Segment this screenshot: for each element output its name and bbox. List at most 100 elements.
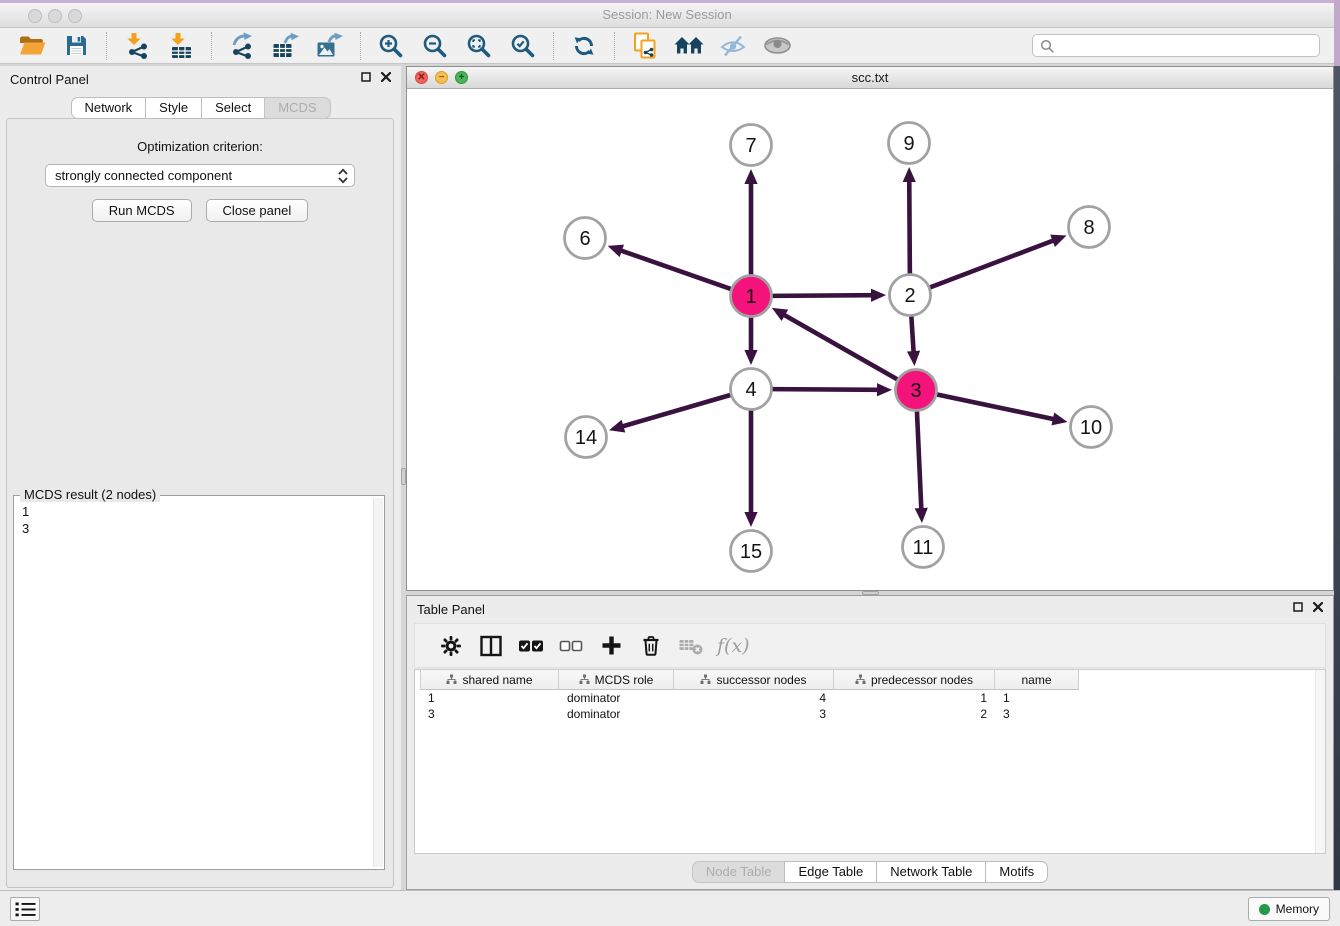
edge-1-2[interactable] [772,295,873,296]
control-panel-tabs: NetworkStyleSelectMCDS [70,97,330,119]
table-cell[interactable]: 2 [834,706,995,722]
graph-node-label: 15 [740,541,762,563]
column-header-successor-nodes[interactable]: successor nodes [674,670,834,690]
table-row[interactable]: 3dominator323 [420,706,1079,722]
table-cell[interactable]: 4 [674,690,834,706]
network-graph: 1234678910111415 [407,89,1333,590]
column-header-label: name [1021,673,1051,687]
table-cell[interactable]: dominator [559,690,674,706]
function-builder-button[interactable]: f(x) [717,635,750,657]
table-cell[interactable]: 3 [674,706,834,722]
network-canvas[interactable]: 1234678910111415 [407,89,1333,590]
deselect-all-rows-button[interactable] [554,630,588,662]
close-panel-button[interactable]: Close panel [206,199,309,222]
edge-3-10[interactable] [937,394,1055,419]
open-session-button[interactable] [15,30,49,62]
zoom-fit-button[interactable] [462,30,496,62]
edge-2-9[interactable] [909,180,910,274]
tab-select[interactable]: Select [201,97,265,119]
desktop-edge-right [1334,66,1340,926]
table-row[interactable]: 1dominator411 [420,690,1079,706]
table-cell[interactable]: 3 [995,706,1079,722]
task-history-button[interactable] [10,897,40,921]
edge-3-11[interactable] [917,411,921,510]
window-zoom-button[interactable] [68,9,82,23]
save-session-button[interactable] [59,30,93,62]
tab-edge-table[interactable]: Edge Table [784,861,877,883]
column-header-shared-name[interactable]: shared name [420,670,559,690]
tab-style[interactable]: Style [145,97,202,119]
column-header-mcds-role[interactable]: MCDS role [559,670,674,690]
result-scrollbar[interactable] [373,498,383,867]
add-column-button[interactable] [594,630,628,662]
import-table-button[interactable] [164,30,198,62]
network-minimize-button[interactable]: − [435,71,448,84]
export-image-button[interactable] [313,30,347,62]
table-toolbar: f(x) [414,623,1326,668]
table-cell[interactable]: dominator [559,706,674,722]
home-view-button[interactable] [672,30,706,62]
network-window: ✕ − + scc.txt 1234678910111415 [406,66,1334,591]
table-settings-button[interactable] [434,630,468,662]
hide-eye-icon [720,34,746,58]
edge-arrowhead [907,351,920,366]
app-title: Session: New Session [0,3,1334,27]
edge-2-8[interactable] [930,240,1054,287]
network-window-title: scc.txt [407,67,1333,88]
import-network-button[interactable] [120,30,154,62]
search-input[interactable] [1059,39,1312,53]
edge-4-3[interactable] [772,389,879,390]
tab-mcds[interactable]: MCDS [264,97,330,119]
close-panel-icon[interactable] [1313,602,1323,612]
show-columns-button[interactable] [474,630,508,662]
column-header-name[interactable]: name [995,670,1079,690]
refresh-button[interactable] [567,30,601,62]
table-body: 1dominator4113dominator323 [420,690,1079,722]
refresh-icon [572,34,596,58]
network-zoom-button[interactable]: + [455,71,468,84]
criterion-select[interactable]: strongly connected component [45,164,355,187]
export-network-button[interactable] [225,30,259,62]
column-header-predecessor-nodes[interactable]: predecessor nodes [834,670,995,690]
float-panel-icon[interactable] [1293,602,1303,612]
table-scrollbar[interactable] [1315,670,1325,853]
mcds-result-title: MCDS result (2 nodes) [20,487,160,502]
window-close-button[interactable] [28,9,42,23]
table-cell[interactable]: 1 [420,690,559,706]
close-panel-icon[interactable] [381,72,391,82]
tab-network[interactable]: Network [70,97,146,119]
toolbar-separator [106,32,107,60]
table-cell[interactable]: 1 [834,690,995,706]
new-network-from-selection-button[interactable] [628,30,662,62]
edge-3-1[interactable] [783,314,897,379]
select-all-rows-button[interactable] [514,630,548,662]
network-close-button[interactable]: ✕ [415,71,428,84]
tab-motifs[interactable]: Motifs [985,861,1048,883]
zoom-out-button[interactable] [418,30,452,62]
zoom-in-button[interactable] [374,30,408,62]
run-mcds-button[interactable]: Run MCDS [92,199,192,222]
mcds-result-line: 1 [22,503,384,520]
edge-arrowhead [871,289,886,302]
float-panel-icon[interactable] [361,72,371,82]
window-minimize-button[interactable] [48,9,62,23]
app-titlebar: Session: New Session [0,3,1334,28]
zoom-selected-button[interactable] [506,30,540,62]
edge-1-6[interactable] [620,250,731,289]
edge-2-3[interactable] [911,316,913,353]
folder-open-icon [19,34,46,57]
edge-arrowhead [877,383,892,396]
memory-button[interactable]: Memory [1248,897,1330,921]
tab-network-table[interactable]: Network Table [876,861,986,883]
edge-arrowhead [744,350,757,365]
table-cell[interactable]: 1 [995,690,1079,706]
hide-selected-button[interactable] [716,30,750,62]
delete-table-button[interactable] [674,630,708,662]
tab-node-table[interactable]: Node Table [692,861,786,883]
table-cell[interactable]: 3 [420,706,559,722]
export-table-button[interactable] [269,30,303,62]
delete-column-button[interactable] [634,630,668,662]
show-all-button[interactable] [760,30,794,62]
edge-4-14[interactable] [622,395,731,427]
network-window-titlebar: ✕ − + scc.txt [407,67,1333,89]
